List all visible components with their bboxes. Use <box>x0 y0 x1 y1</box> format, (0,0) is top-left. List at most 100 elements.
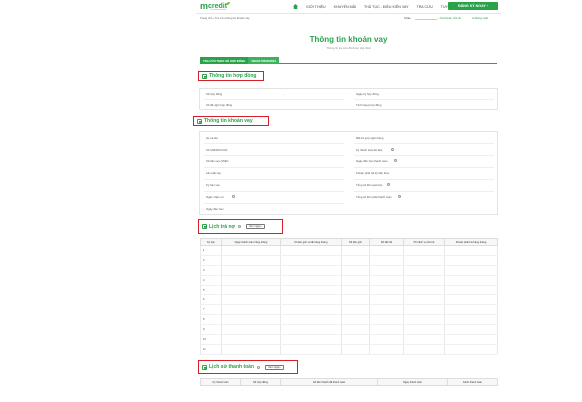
home-icon[interactable] <box>293 4 298 9</box>
table-cell <box>403 245 445 256</box>
col-monthly-date: Ngày thanh toán hàng tháng <box>221 238 281 246</box>
leaf-icon <box>226 2 230 5</box>
table-cell <box>280 344 342 355</box>
loan-info-box: Họ và tên Số CMND/CCCD Số tiền vay (VNĐ)… <box>199 131 498 215</box>
loan-info-header: Thông tin khoản vay <box>193 116 269 126</box>
table-cell <box>280 324 342 336</box>
tab-contract-number[interactable]: 0000117050000624 <box>248 57 280 64</box>
table-row: 2 <box>200 255 498 266</box>
table-cell <box>280 255 342 266</box>
divider <box>204 155 344 156</box>
table-cell <box>369 294 404 306</box>
sub-bar: Trang chủ › Tra cứu thông tin khoản vay … <box>196 15 501 21</box>
help-icon[interactable] <box>257 365 261 369</box>
col-payment-channel: Kênh thanh toán <box>447 378 498 386</box>
breadcrumb[interactable]: Trang chủ › Tra cứu thông tin khoản vay <box>200 16 250 20</box>
nav-item-lookup[interactable]: TRA CỨU <box>417 5 433 9</box>
table-cell <box>280 304 342 316</box>
table-cell <box>280 285 342 296</box>
row-term-cell: 1 <box>200 245 222 256</box>
help-icon[interactable] <box>238 225 242 228</box>
table-cell <box>341 275 370 286</box>
greeting-label: Chào <box>404 16 411 20</box>
table-cell <box>221 304 281 316</box>
table-cell <box>403 255 445 266</box>
field-total-payable: Tổng số tiền phải thanh toán <box>356 195 392 199</box>
help-icon[interactable] <box>394 159 397 162</box>
register-now-button[interactable]: ĐĂNG KÝ NGAY › <box>448 2 498 10</box>
divider <box>204 203 344 204</box>
table-cell <box>444 314 498 326</box>
view-history-button[interactable]: Xem ngay › <box>265 364 285 370</box>
payment-history-table: Kỳ thanh toán Số hợp đồng Số tiền khách … <box>200 378 498 386</box>
document-icon <box>197 118 202 124</box>
divider <box>354 167 494 168</box>
table-cell <box>280 265 342 276</box>
col-interest: Số tiền lãi <box>369 238 404 246</box>
help-icon[interactable] <box>387 183 390 186</box>
field-next-installment: Khoản phải trả kỳ tiếp theo <box>356 171 390 175</box>
table-header-row: Kỳ thanh toán Số hợp đồng Số tiền khách … <box>200 378 498 386</box>
table-cell <box>403 285 445 296</box>
logout-link[interactable]: ⊖ Đăng xuất <box>472 16 488 20</box>
table-cell <box>369 285 404 296</box>
table-cell <box>369 304 404 316</box>
schedule-body: 1 2 3 4 5 6 7 8 9 10 11 <box>200 245 498 355</box>
table-cell <box>341 255 370 266</box>
divider <box>204 167 344 168</box>
row-term-cell: 5 <box>200 285 222 296</box>
field-contract-status: Tình trạng hợp đồng <box>356 103 382 107</box>
table-cell <box>369 265 404 276</box>
divider <box>354 191 494 192</box>
contract-info-heading: Thông tin hợp đồng <box>209 73 257 79</box>
table-cell <box>403 304 445 316</box>
table-cell <box>221 294 281 306</box>
table-row: 8 <box>200 314 498 326</box>
username-field <box>415 15 437 20</box>
table-cell <box>341 245 370 256</box>
view-schedule-button[interactable]: Xem ngay › <box>246 224 266 229</box>
row-term-cell: 2 <box>200 255 222 266</box>
field-overdue-total: Tổng số tiền quá hạn <box>356 183 383 187</box>
row-term-cell: 8 <box>200 314 222 326</box>
table-row: 5 <box>200 285 498 296</box>
divider <box>354 155 494 156</box>
col-payment-period: Kỳ thanh toán <box>200 378 241 386</box>
table-cell <box>444 344 498 355</box>
table-cell <box>221 285 281 296</box>
field-due-date: Ngày đến hạn thanh toán <box>356 159 388 163</box>
table-header-row: Kỳ hạn Ngày thanh toán hàng tháng Khoản … <box>200 238 498 246</box>
table-cell <box>280 334 342 345</box>
row-term-cell: 6 <box>200 294 222 306</box>
table-cell <box>341 314 370 326</box>
page-title: Thông tin khoản vay <box>309 35 388 44</box>
help-icon[interactable] <box>232 195 235 198</box>
col-contract-number: Số hợp đồng <box>240 378 281 386</box>
divider <box>204 143 344 144</box>
table-cell <box>444 285 498 296</box>
table-cell <box>403 344 445 355</box>
table-cell <box>369 334 404 345</box>
table-cell <box>221 245 281 256</box>
page-subtitle: Thông tin tra cứu đã được cập nhật <box>326 46 371 50</box>
col-monthly-payable: Khoản phải trả hàng tháng <box>444 238 498 246</box>
nav-item-promotions[interactable]: KHUYẾN MÃI <box>334 5 356 9</box>
help-icon[interactable] <box>391 148 394 151</box>
my-account-link[interactable]: › Tài khoản của tôi <box>438 16 461 20</box>
table-row: 10 <box>200 334 498 345</box>
table-row: 11 <box>200 344 498 355</box>
nav-item-about[interactable]: GIỚI THIỆU <box>306 5 326 9</box>
divider <box>354 99 494 100</box>
table-cell <box>369 324 404 336</box>
calendar-icon <box>202 364 207 370</box>
field-bank-installment-code: Mã trả góp ngân hàng <box>356 136 384 140</box>
nav-item-procedures[interactable]: THỦ TỤC - ĐIỀU KIỆN VAY <box>364 5 409 9</box>
table-cell <box>341 265 370 276</box>
field-loan-amount: Số tiền vay (VNĐ) <box>206 159 229 163</box>
table-cell <box>221 255 281 266</box>
table-cell <box>221 275 281 286</box>
tab-lookup-by-contract[interactable]: TRA CỨU THEO SỐ HỢP ĐỒNG <box>200 57 249 64</box>
field-id-number: Số CMND/CCCD <box>206 148 228 152</box>
help-icon[interactable] <box>398 195 401 198</box>
field-contract-number: Số hợp đồng <box>206 92 223 96</box>
